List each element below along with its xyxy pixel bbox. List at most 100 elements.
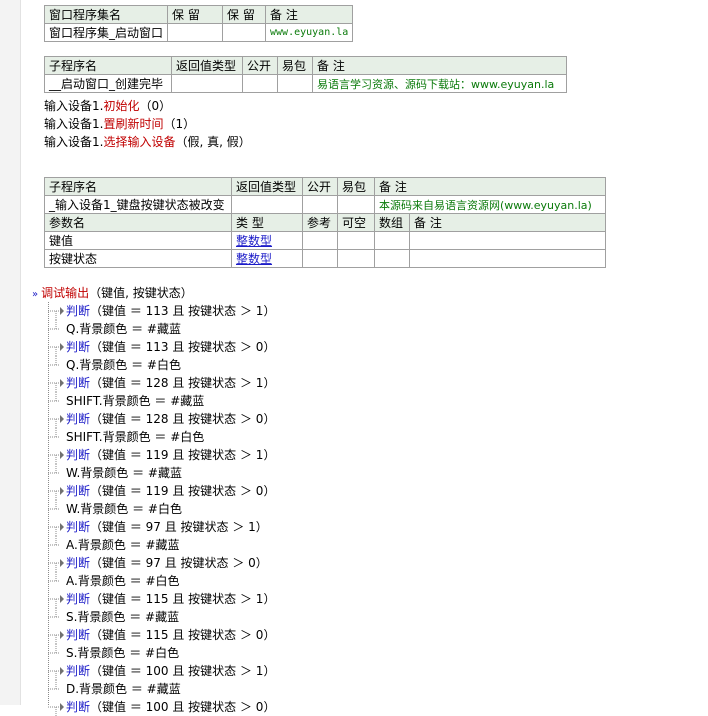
subroutine-name-cell[interactable]: _输入设备1_键盘按键状态被改变 bbox=[44, 195, 232, 214]
keyword: 判断 bbox=[66, 556, 91, 570]
param-reference-cell[interactable] bbox=[302, 249, 338, 268]
branch-connector-icon bbox=[48, 464, 60, 474]
param-remark-header: 备 注 bbox=[409, 213, 606, 232]
public-header: 公开 bbox=[242, 56, 278, 75]
if-statement-line[interactable]: 判断（键值 ＝ 97 且 按键状态 ＞ 1） bbox=[44, 518, 275, 536]
code-line[interactable]: 输入设备1.初始化（0） bbox=[44, 97, 251, 115]
branch-connector-icon bbox=[48, 320, 60, 330]
branch-connector-icon bbox=[48, 392, 60, 402]
branch-connector-icon bbox=[48, 500, 60, 510]
if-statement-line[interactable]: 判断（键值 ＝ 115 且 按键状态 ＞ 1） bbox=[44, 590, 275, 608]
code-text: （键值 ＝ 100 且 按键状态 ＞ 0） bbox=[90, 700, 276, 714]
keyword: 判断 bbox=[66, 664, 91, 678]
param-name-cell[interactable]: 按键状态 bbox=[44, 249, 232, 268]
branch-arrow-icon bbox=[48, 667, 64, 680]
param-nullable-header: 可空 bbox=[337, 213, 375, 232]
code-text: SHIFT.背景颜色 ＝ #白色 bbox=[66, 430, 205, 444]
code-text: S.背景颜色 ＝ #藏蓝 bbox=[66, 610, 180, 624]
flow-arrow-icon: » bbox=[32, 289, 39, 300]
subroutine-name-header: 子程序名 bbox=[44, 56, 172, 75]
param-remark-cell[interactable] bbox=[409, 249, 606, 268]
code-flow-block: 判断（键值 ＝ 113 且 按键状态 ＞ 1） Q.背景颜色 ＝ #藏蓝 判断（键值… bbox=[44, 302, 275, 716]
branch-connector-icon bbox=[48, 644, 60, 654]
keyword: 判断 bbox=[66, 376, 91, 390]
keyword: 判断 bbox=[66, 448, 91, 462]
if-statement-line[interactable]: 判断（键值 ＝ 128 且 按键状态 ＞ 0） bbox=[44, 410, 275, 428]
public-cell[interactable] bbox=[242, 74, 278, 93]
method-call: 初始化 bbox=[103, 99, 140, 113]
if-statement-line[interactable]: 判断（键值 ＝ 128 且 按键状态 ＞ 1） bbox=[44, 374, 275, 392]
code-line[interactable]: 输入设备1.选择输入设备（假, 真, 假） bbox=[44, 133, 251, 151]
param-reference-cell[interactable] bbox=[302, 231, 338, 250]
subroutine-name-cell[interactable]: __启动窗口_创建完毕 bbox=[44, 74, 172, 93]
package-cell[interactable] bbox=[277, 74, 313, 93]
param-name-cell[interactable]: 键值 bbox=[44, 231, 232, 250]
param-name-header: 参数名 bbox=[44, 213, 232, 232]
branch-connector-icon bbox=[48, 536, 60, 546]
code-line[interactable]: 输入设备1.置刷新时间（1） bbox=[44, 115, 251, 133]
statement-line[interactable]: S.背景颜色 ＝ #藏蓝 bbox=[44, 608, 275, 626]
return-type-header: 返回值类型 bbox=[171, 56, 243, 75]
code-line[interactable]: » 调试输出（键值, 按键状态） bbox=[32, 284, 193, 304]
if-statement-line[interactable]: 判断（键值 ＝ 119 且 按键状态 ＞ 0） bbox=[44, 482, 275, 500]
param-type-cell[interactable]: 整数型 bbox=[231, 249, 303, 268]
public-cell[interactable] bbox=[302, 195, 338, 214]
assembly-table: 窗口程序集名 保 留 保 留 备 注 窗口程序集_启动窗口 www.eyuyan… bbox=[43, 5, 354, 42]
statement-line[interactable]: SHIFT.背景颜色 ＝ #藏蓝 bbox=[44, 392, 275, 410]
statement-line[interactable]: Q.背景颜色 ＝ #藏蓝 bbox=[44, 320, 275, 338]
branch-arrow-icon bbox=[48, 415, 64, 428]
return-type-header: 返回值类型 bbox=[231, 177, 303, 196]
subroutine-name-header: 子程序名 bbox=[44, 177, 232, 196]
statement-line[interactable]: A.背景颜色 ＝ #白色 bbox=[44, 572, 275, 590]
method-call: 选择输入设备 bbox=[103, 135, 176, 149]
if-statement-line[interactable]: 判断（键值 ＝ 97 且 按键状态 ＞ 0） bbox=[44, 554, 275, 572]
branch-arrow-icon bbox=[48, 379, 64, 392]
param-type-header: 类 型 bbox=[231, 213, 303, 232]
param-array-cell[interactable] bbox=[374, 249, 410, 268]
statement-line[interactable]: W.背景颜色 ＝ #白色 bbox=[44, 500, 275, 518]
param-remark-cell[interactable] bbox=[409, 231, 606, 250]
return-type-cell[interactable] bbox=[231, 195, 303, 214]
if-statement-line[interactable]: 判断（键值 ＝ 100 且 按键状态 ＞ 1） bbox=[44, 662, 275, 680]
code-text: W.背景颜色 ＝ #藏蓝 bbox=[66, 466, 182, 480]
param-nullable-cell[interactable] bbox=[337, 249, 375, 268]
code-text: Q.背景颜色 ＝ #藏蓝 bbox=[66, 322, 181, 336]
statement-line[interactable]: SHIFT.背景颜色 ＝ #白色 bbox=[44, 428, 275, 446]
package-header: 易包 bbox=[277, 56, 313, 75]
if-statement-line[interactable]: 判断（键值 ＝ 100 且 按键状态 ＞ 0） bbox=[44, 698, 275, 716]
statement-line[interactable]: D.背景颜色 ＝ #藏蓝 bbox=[44, 680, 275, 698]
assembly-name-cell[interactable]: 窗口程序集_启动窗口 bbox=[43, 23, 169, 42]
reserved-cell-1[interactable] bbox=[167, 23, 224, 42]
remark-cell[interactable]: 本源码来自易语言资源网(www.eyuyan.la) bbox=[374, 195, 606, 214]
package-cell[interactable] bbox=[337, 195, 375, 214]
statement-line[interactable]: W.背景颜色 ＝ #藏蓝 bbox=[44, 464, 275, 482]
return-type-cell[interactable] bbox=[171, 74, 243, 93]
assembly-name-header: 窗口程序集名 bbox=[43, 5, 169, 24]
keyword: 判断 bbox=[66, 412, 91, 426]
remark-cell[interactable]: www.eyuyan.la bbox=[265, 23, 354, 42]
if-statement-line[interactable]: 判断（键值 ＝ 115 且 按键状态 ＞ 0） bbox=[44, 626, 275, 644]
param-array-cell[interactable] bbox=[374, 231, 410, 250]
statement-line[interactable]: A.背景颜色 ＝ #藏蓝 bbox=[44, 536, 275, 554]
remark-header: 备 注 bbox=[312, 56, 567, 75]
method-call: 置刷新时间 bbox=[103, 117, 164, 131]
param-nullable-cell[interactable] bbox=[337, 231, 375, 250]
if-statement-line[interactable]: 判断（键值 ＝ 113 且 按键状态 ＞ 0） bbox=[44, 338, 275, 356]
reserved-cell-2[interactable] bbox=[222, 23, 267, 42]
code-text: W.背景颜色 ＝ #白色 bbox=[66, 502, 182, 516]
keyword: 判断 bbox=[66, 304, 91, 318]
branch-arrow-icon bbox=[48, 307, 64, 320]
if-statement-line[interactable]: 判断（键值 ＝ 113 且 按键状态 ＞ 1） bbox=[44, 302, 275, 320]
statement-line[interactable]: S.背景颜色 ＝ #白色 bbox=[44, 644, 275, 662]
remark-cell[interactable]: 易语言学习资源、源码下载站：www.eyuyan.la bbox=[312, 74, 567, 93]
statement-line[interactable]: Q.背景颜色 ＝ #白色 bbox=[44, 356, 275, 374]
branch-connector-icon bbox=[48, 608, 60, 618]
code-text: A.背景颜色 ＝ #藏蓝 bbox=[66, 538, 180, 552]
code-text: （键值 ＝ 115 且 按键状态 ＞ 1） bbox=[90, 592, 276, 606]
code-text: （键值 ＝ 97 且 按键状态 ＞ 1） bbox=[90, 520, 268, 534]
param-type-cell[interactable]: 整数型 bbox=[231, 231, 303, 250]
if-statement-line[interactable]: 判断（键值 ＝ 119 且 按键状态 ＞ 1） bbox=[44, 446, 275, 464]
keyword: 判断 bbox=[66, 520, 91, 534]
public-header: 公开 bbox=[302, 177, 338, 196]
code-text: S.背景颜色 ＝ #白色 bbox=[66, 646, 180, 660]
